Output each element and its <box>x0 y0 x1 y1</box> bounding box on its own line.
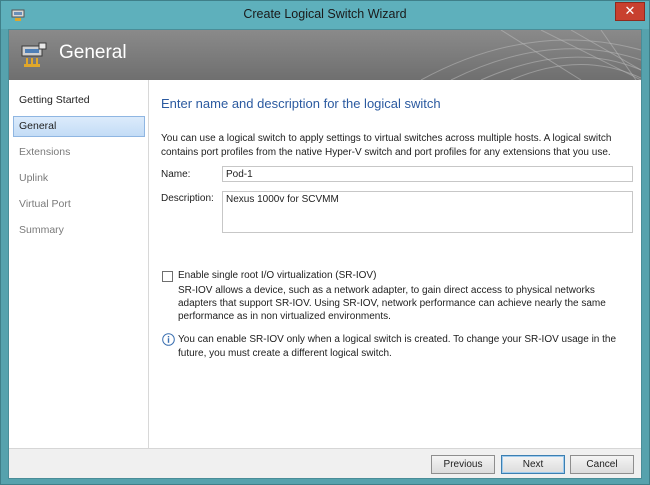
page-title: General <box>59 42 127 63</box>
window-title: Create Logical Switch Wizard <box>243 7 407 21</box>
previous-button[interactable]: Previous <box>431 455 495 474</box>
next-button[interactable]: Next <box>501 455 565 474</box>
nav-step-uplink[interactable]: Uplink <box>13 168 145 189</box>
name-field[interactable] <box>222 166 633 182</box>
banner-decoration <box>420 30 641 80</box>
intro-text: You can use a logical switch to apply se… <box>161 133 612 158</box>
main-content: Enter name and description for the logic… <box>150 80 641 448</box>
section-heading: Enter name and description for the logic… <box>161 96 441 111</box>
logical-switch-icon <box>21 42 47 67</box>
description-field[interactable]: Nexus 1000v for SCVMM <box>222 191 633 233</box>
nav-step-summary[interactable]: Summary <box>13 220 145 241</box>
sriov-info-text: You can enable SR-IOV only when a logica… <box>178 334 617 359</box>
nav-step-virtual-port[interactable]: Virtual Port <box>13 194 145 215</box>
button-bar: Previous Next Cancel <box>9 448 641 478</box>
info-icon <box>162 333 175 346</box>
cancel-button[interactable]: Cancel <box>570 455 634 474</box>
wizard-steps-nav: Getting Started General Extensions Uplin… <box>9 80 149 448</box>
wizard-window: Create Logical Switch Wizard ✕ General G… <box>0 0 650 485</box>
description-label: Description: <box>161 193 214 204</box>
sriov-description: SR-IOV allows a device, such as a networ… <box>178 285 606 322</box>
name-label: Name: <box>161 169 191 180</box>
nav-step-getting-started[interactable]: Getting Started <box>13 90 145 111</box>
nav-step-extensions[interactable]: Extensions <box>13 142 145 163</box>
page-banner: General <box>9 30 641 80</box>
title-bar[interactable]: Create Logical Switch Wizard ✕ <box>1 1 649 29</box>
nav-step-general[interactable]: General <box>13 116 145 137</box>
close-button[interactable]: ✕ <box>615 2 645 21</box>
sriov-checkbox[interactable] <box>162 271 173 282</box>
sriov-checkbox-label[interactable]: Enable single root I/O virtualization (S… <box>178 270 376 281</box>
wizard-body: General Getting Started General Extensio… <box>8 29 642 479</box>
